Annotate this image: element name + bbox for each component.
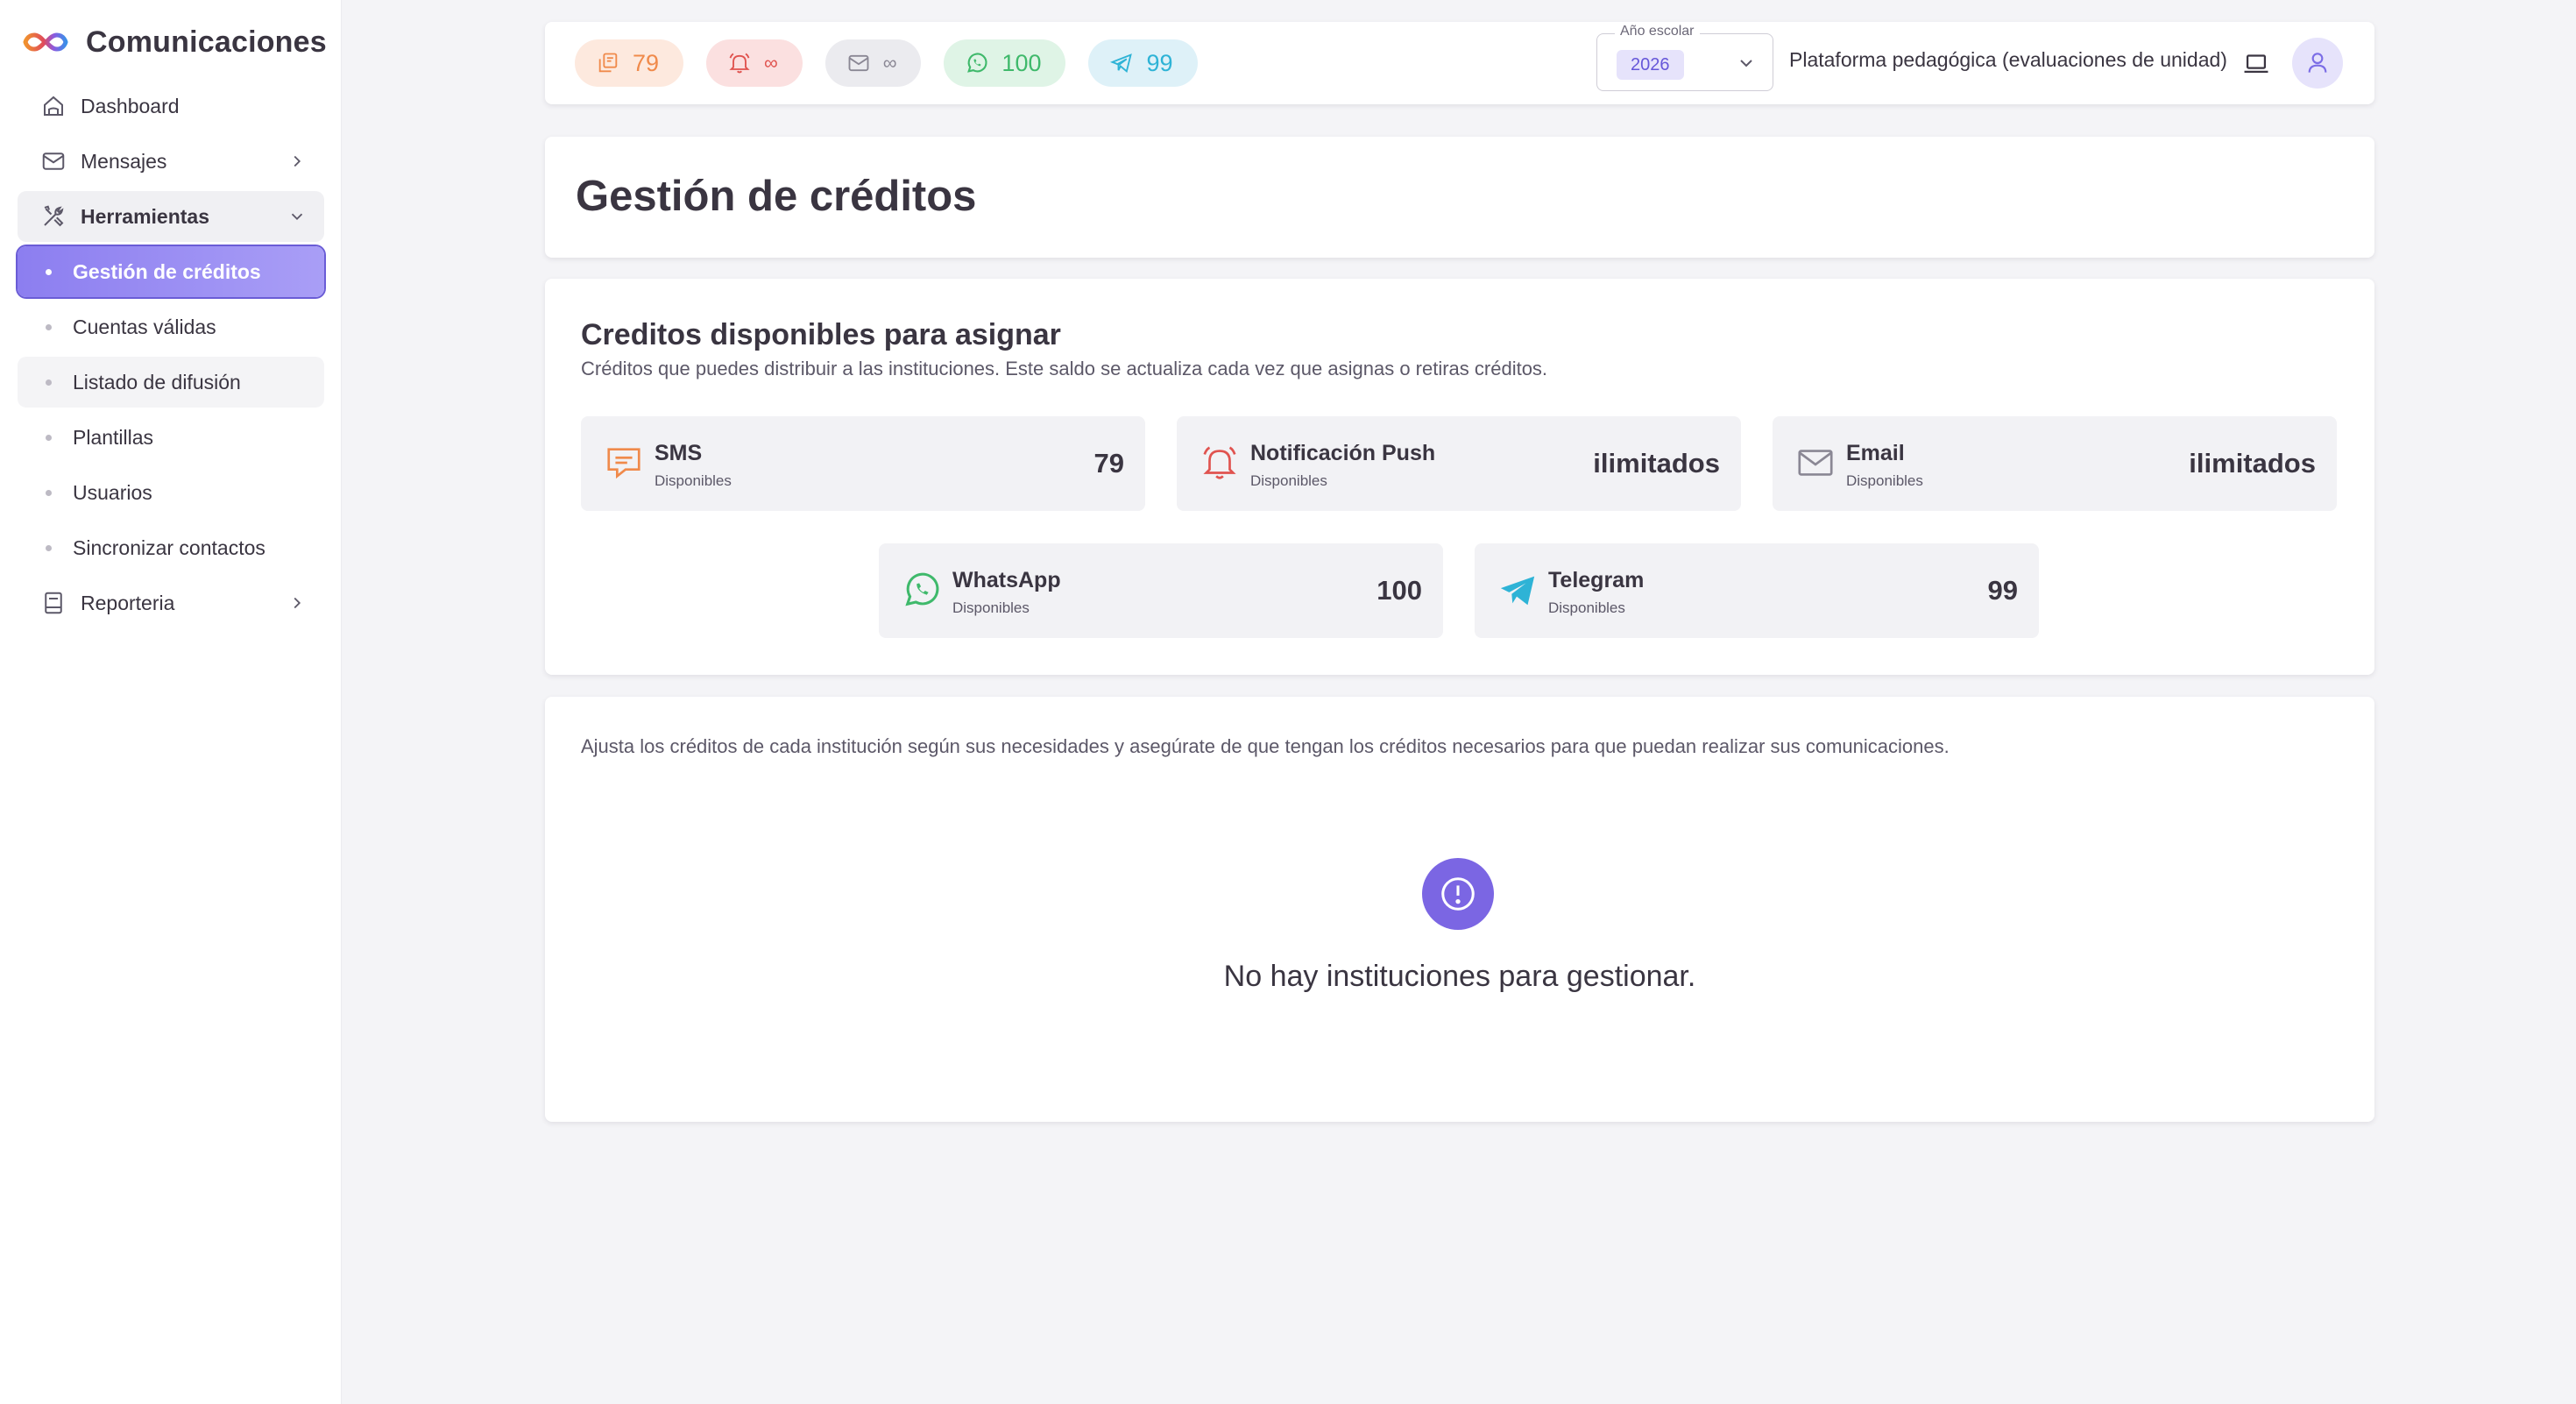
sidebar-item-cuentas-validas[interactable]: Cuentas válidas — [18, 301, 324, 352]
mail-icon — [846, 51, 871, 75]
chevron-right-icon — [287, 152, 307, 171]
report-icon — [40, 590, 67, 616]
tile-value: ilimitados — [2189, 448, 2316, 479]
bell-icon — [1200, 443, 1240, 483]
page-title-card: Gestión de créditos — [545, 137, 2374, 258]
mail-icon — [40, 148, 67, 174]
sms-credits-value: 79 — [633, 49, 660, 76]
sidebar-item-label: Gestión de créditos — [73, 259, 261, 283]
tile-value: 99 — [1987, 575, 2018, 606]
credit-tile-email: Email Disponibles ilimitados — [1773, 416, 2337, 511]
bell-icon — [727, 51, 752, 75]
email-credits-pill[interactable]: ∞ — [824, 39, 922, 87]
brand[interactable]: Comunicaciones — [23, 23, 327, 61]
page-title: Gestión de créditos — [576, 173, 977, 220]
tile-sub: Disponibles — [952, 599, 1030, 616]
credits-subtitle: Créditos que puedes distribuir a las ins… — [581, 358, 1548, 379]
sms-credits-pill[interactable]: 79 — [575, 39, 684, 87]
tile-sub: Disponibles — [1548, 599, 1625, 616]
credits-title: Creditos disponibles para asignar — [581, 318, 1061, 351]
app-title: Comunicaciones — [86, 25, 327, 59]
whatsapp-icon — [965, 51, 989, 75]
tile-value: 100 — [1376, 575, 1422, 606]
telegram-icon — [1497, 570, 1538, 610]
sidebar-item-mensajes[interactable]: Mensajes — [18, 136, 324, 187]
tools-icon — [40, 203, 67, 230]
bullet-icon — [46, 268, 52, 275]
push-credits-pill[interactable]: ∞ — [706, 39, 803, 87]
email-credits-value: ∞ — [882, 52, 897, 74]
telegram-credits-pill[interactable]: 99 — [1088, 39, 1198, 87]
credit-tile-push: Notificación Push Disponibles ilimitados — [1177, 416, 1741, 511]
infinity-logo-icon — [23, 32, 68, 53]
bullet-icon — [46, 544, 52, 551]
sidebar-item-label: Herramientas — [81, 204, 210, 228]
mail-icon — [1795, 443, 1836, 483]
whatsapp-credits-value: 100 — [1001, 49, 1042, 76]
sidebar-nav: Dashboard Mensajes Herramientas Gestión … — [18, 81, 324, 633]
sms-chat-icon — [604, 443, 644, 483]
sidebar-item-label: Reporteria — [81, 591, 175, 614]
push-credits-value: ∞ — [764, 52, 778, 74]
home-icon — [40, 93, 67, 119]
sidebar-item-plantillas[interactable]: Plantillas — [18, 412, 324, 463]
bullet-icon — [46, 379, 52, 386]
tile-name: SMS — [655, 441, 703, 465]
school-year-label: Año escolar — [1615, 24, 1700, 39]
institutions-description: Ajusta los créditos de cada institución … — [581, 735, 1950, 757]
empty-state-message: No hay instituciones para gestionar. — [1223, 960, 1696, 993]
sidebar-item-usuarios[interactable]: Usuarios — [18, 467, 324, 518]
sidebar-item-sincronizar-contactos[interactable]: Sincronizar contactos — [18, 522, 324, 573]
credits-card: Creditos disponibles para asignar Crédit… — [545, 279, 2374, 675]
institutions-card: Ajusta los créditos de cada institución … — [545, 697, 2374, 1122]
chevron-right-icon — [287, 593, 307, 613]
tile-name: Notificación Push — [1250, 441, 1436, 465]
telegram-credits-value: 99 — [1146, 49, 1173, 76]
credit-tile-telegram: Telegram Disponibles 99 — [1475, 543, 2039, 638]
sidebar-item-label: Usuarios — [73, 480, 152, 504]
sidebar-item-gestion-creditos[interactable]: Gestión de créditos — [18, 246, 324, 297]
laptop-icon[interactable] — [2241, 48, 2271, 78]
tile-name: Email — [1846, 441, 1905, 465]
sms-icon — [596, 51, 620, 75]
user-icon — [2304, 49, 2332, 77]
credit-tile-sms: SMS Disponibles 79 — [581, 416, 1145, 511]
school-year-value: 2026 — [1617, 50, 1684, 80]
tile-name: WhatsApp — [952, 568, 1061, 592]
sidebar-item-label: Mensajes — [81, 149, 167, 173]
sidebar-item-reporteria[interactable]: Reporteria — [18, 578, 324, 628]
user-avatar[interactable] — [2292, 38, 2343, 89]
sidebar-item-herramientas[interactable]: Herramientas — [18, 191, 324, 242]
telegram-icon — [1109, 51, 1134, 75]
sidebar-item-label: Listado de difusión — [73, 370, 241, 394]
tile-value: 79 — [1093, 448, 1124, 479]
alert-circle-icon — [1422, 858, 1494, 930]
sidebar: Comunicaciones Dashboard Mensajes Herram… — [0, 0, 342, 1404]
tile-sub: Disponibles — [1846, 472, 1923, 489]
bullet-icon — [46, 434, 52, 441]
whatsapp-icon — [902, 570, 942, 610]
sidebar-item-listado-difusion[interactable]: Listado de difusión — [18, 357, 324, 408]
bullet-icon — [46, 323, 52, 330]
sidebar-item-dashboard[interactable]: Dashboard — [18, 81, 324, 131]
sidebar-item-label: Dashboard — [81, 94, 180, 117]
credit-tile-whatsapp: WhatsApp Disponibles 100 — [879, 543, 1443, 638]
chevron-down-icon — [287, 207, 307, 226]
whatsapp-credits-pill[interactable]: 100 — [944, 39, 1066, 87]
bullet-icon — [46, 489, 52, 496]
tile-sub: Disponibles — [1250, 472, 1327, 489]
sidebar-item-label: Cuentas válidas — [73, 315, 216, 338]
school-year-select[interactable]: Año escolar 2026 — [1596, 24, 1773, 91]
top-bar: 79 ∞ ∞ 100 99 Año escolar 2026 Plataform… — [545, 22, 2374, 104]
platform-name: Plataforma pedagógica (evaluaciones de u… — [1789, 48, 2227, 71]
sidebar-item-label: Plantillas — [73, 425, 154, 449]
chevron-down-icon — [1736, 53, 1757, 74]
tile-value: ilimitados — [1593, 448, 1720, 479]
tile-sub: Disponibles — [655, 472, 732, 489]
tile-name: Telegram — [1548, 568, 1645, 592]
sidebar-item-label: Sincronizar contactos — [73, 535, 265, 559]
credit-pills: 79 ∞ ∞ 100 99 — [575, 39, 1198, 87]
